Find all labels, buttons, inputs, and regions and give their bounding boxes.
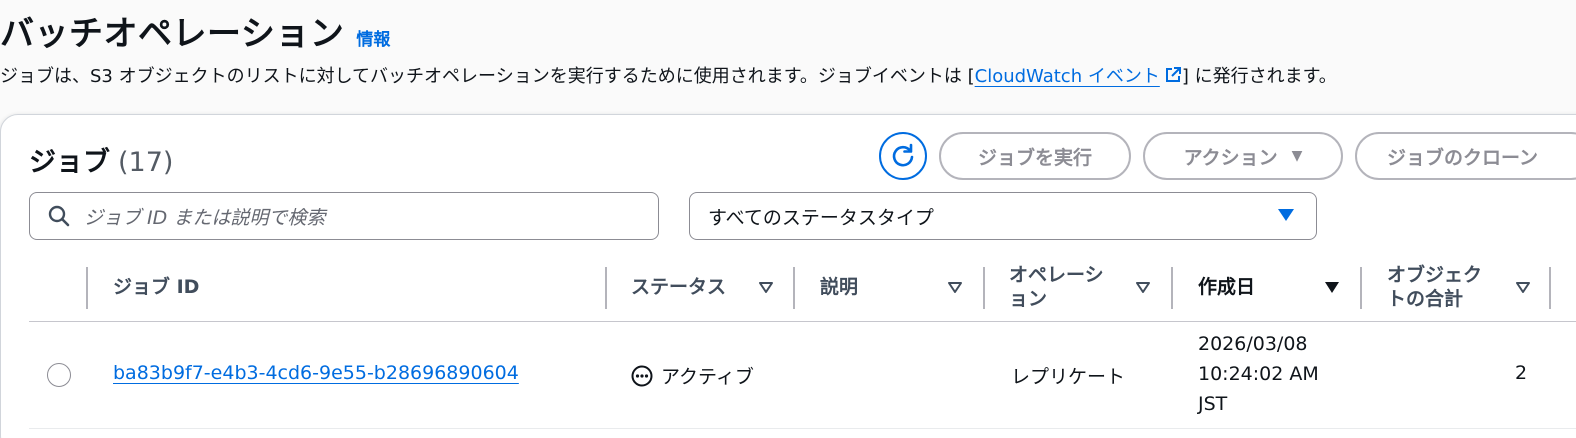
created-date: 2026/03/08 <box>1198 333 1308 355</box>
jobs-container: ジョブ (17) ジョブを実行 アクション ▼ ジョブのクローン ジョブ ID ま… <box>0 114 1576 438</box>
column-header-status[interactable]: ステータス <box>631 255 726 321</box>
actions-label: アクション <box>1183 146 1278 169</box>
description-text: ジョブは、S3 オブジェクトのリストに対してバッチオペレーションを実行するために… <box>0 66 975 87</box>
column-header-created[interactable]: 作成日 <box>1198 255 1255 321</box>
refresh-icon <box>892 143 914 167</box>
sort-icon[interactable] <box>1515 279 1531 295</box>
sort-descending-icon[interactable] <box>1324 279 1340 295</box>
search-input[interactable]: ジョブ ID または説明で検索 <box>29 192 659 240</box>
objects-header-line2: トの合計 <box>1387 288 1464 310</box>
search-icon <box>48 205 70 227</box>
column-header-job-id: ジョブ ID <box>113 255 199 321</box>
refresh-button[interactable] <box>879 132 927 180</box>
status-filter-select[interactable]: すべてのステータスタイプ <box>689 192 1317 240</box>
cloudwatch-events-link[interactable]: CloudWatch イベント <box>975 62 1182 88</box>
status-header-label: ステータス <box>631 276 727 299</box>
total-objects-cell: 2 <box>1515 362 1528 384</box>
external-link-icon <box>1165 67 1181 82</box>
info-link[interactable]: 情報 <box>356 25 390 50</box>
created-header-label: 作成日 <box>1198 276 1256 299</box>
operation-cell: レプリケート <box>1011 366 1126 388</box>
caret-down-icon: ▼ <box>1291 148 1303 164</box>
column-header-total-objects[interactable]: オブジェク トの合計 <box>1387 255 1482 321</box>
run-job-label: ジョブを実行 <box>977 146 1092 169</box>
job-id-header-label: ジョブ ID <box>113 276 200 299</box>
status-cell: アクティブ <box>631 362 754 389</box>
clone-job-label: ジョブのクローン <box>1387 146 1539 169</box>
column-separator[interactable] <box>793 267 795 309</box>
dropdown-triangle-icon <box>1278 209 1294 221</box>
column-header-operation[interactable]: オペレーシ ョン <box>1009 255 1104 321</box>
created-timezone: JST <box>1198 393 1228 415</box>
page-title: バッチオペレーション <box>0 14 345 54</box>
job-id-link[interactable]: ba83b9f7-e4b3-4cd6-9e55-b28696890604 <box>113 362 519 384</box>
page-description: ジョブは、S3 オブジェクトのリストに対してバッチオペレーションを実行するために… <box>0 62 1337 88</box>
status-filter-value: すべてのステータスタイプ <box>708 206 934 229</box>
column-separator[interactable] <box>1549 267 1551 309</box>
column-separator[interactable] <box>1171 267 1173 309</box>
column-separator[interactable] <box>86 267 88 309</box>
description-header-label: 説明 <box>820 276 859 299</box>
objects-header-line1: オブジェク <box>1387 264 1483 287</box>
row-divider <box>29 428 1576 429</box>
page: バッチオペレーション 情報 ジョブは、S3 オブジェクトのリストに対してバッチオ… <box>0 0 1576 438</box>
column-header-description[interactable]: 説明 <box>820 255 858 321</box>
column-separator[interactable] <box>983 267 985 309</box>
table-header-divider <box>29 321 1576 322</box>
operation-header-line1: オペレーシ <box>1009 264 1104 287</box>
status-text: アクティブ <box>661 366 754 388</box>
column-separator[interactable] <box>1360 267 1362 309</box>
jobs-count: (17) <box>118 147 174 178</box>
row-select-radio[interactable] <box>47 363 71 387</box>
search-placeholder: ジョブ ID または説明で検索 <box>84 206 326 229</box>
sort-icon[interactable] <box>947 279 963 295</box>
description-text-end: ] に発行されます。 <box>1181 66 1337 87</box>
clone-job-button[interactable]: ジョブのクローン <box>1355 132 1576 180</box>
operation-header-line2: ョン <box>1009 288 1048 310</box>
run-job-button[interactable]: ジョブを実行 <box>939 132 1131 180</box>
jobs-heading: ジョブ (17) <box>29 140 173 179</box>
column-separator[interactable] <box>605 267 607 309</box>
jobs-title: ジョブ <box>29 147 110 178</box>
cloudwatch-link-label: CloudWatch イベント <box>974 66 1160 87</box>
created-time: 10:24:02 AM <box>1198 363 1319 385</box>
sort-icon[interactable] <box>1135 279 1151 295</box>
header: バッチオペレーション 情報 <box>0 6 390 55</box>
actions-button[interactable]: アクション ▼ <box>1143 132 1343 180</box>
in-progress-status-icon <box>631 365 653 386</box>
sort-icon[interactable] <box>758 279 774 295</box>
